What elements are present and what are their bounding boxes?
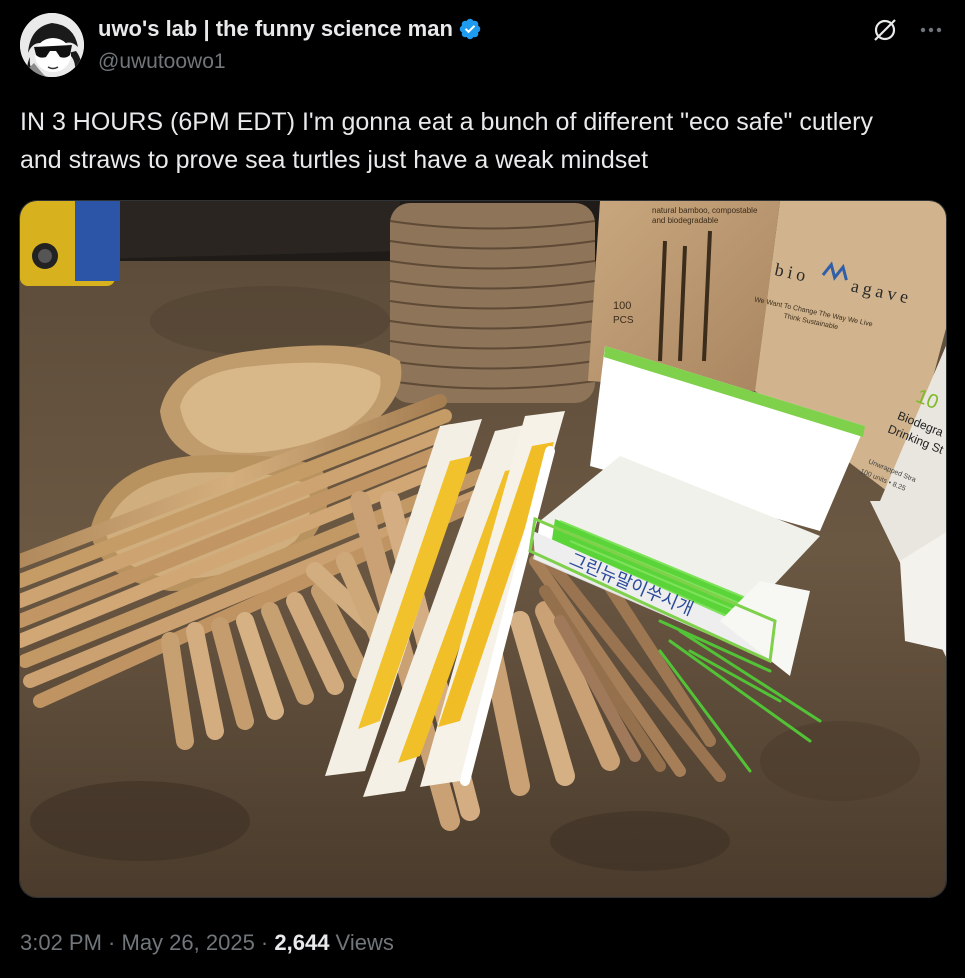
post-time[interactable]: 3:02 PM [20,930,102,955]
author-handle[interactable]: @uwutoowo1 [98,50,482,74]
meta-separator: · [254,930,275,955]
top-actions [871,16,945,44]
pcs-number: 100 [613,300,631,312]
box-top-label-1: natural bamboo, compostable [652,206,758,215]
tweet-header: uwo's lab | the funny science man @uwuto… [20,13,945,79]
display-name[interactable]: uwo's lab | the funny science man [98,16,453,42]
views-label: Views [329,930,394,955]
meta-separator: · [101,930,122,955]
grok-icon[interactable] [871,16,899,44]
verified-badge-icon[interactable] [458,17,482,41]
views-count: 2,644 [274,930,330,955]
more-icon[interactable] [917,16,945,44]
pcs-label: PCS [613,315,634,326]
photo-image-icon: 100 PCS natural bamboo, compostable and … [20,201,946,897]
sunglasses-avatar-icon [20,13,84,77]
tweet-photo[interactable]: 100 PCS natural bamboo, compostable and … [19,200,947,898]
post-date[interactable]: May 26, 2025 [122,930,255,955]
display-name-row[interactable]: uwo's lab | the funny science man [98,16,482,42]
tweet-text: IN 3 HOURS (6PM EDT) I'm gonna eat a bun… [20,108,880,174]
tweet-meta: 3:02 PM · May 26, 2025 · 2,644 Views [20,930,394,956]
avatar[interactable] [20,13,84,77]
box-top-label-2: and biodegradable [652,216,719,225]
author-names: uwo's lab | the funny science man @uwuto… [98,16,482,74]
tweet: uwo's lab | the funny science man @uwuto… [0,0,965,978]
